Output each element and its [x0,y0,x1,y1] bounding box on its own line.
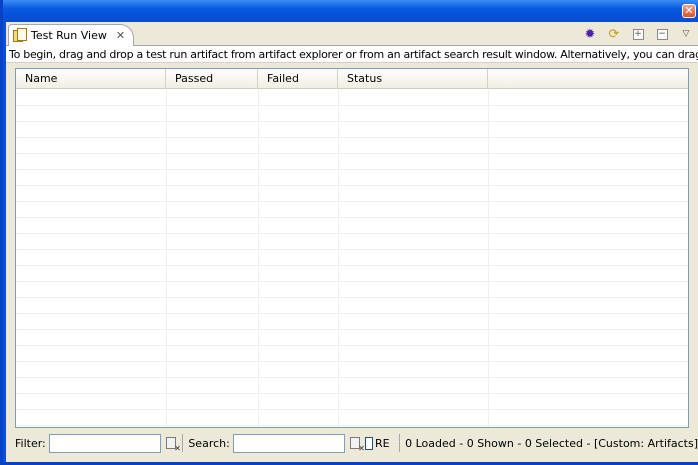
test-run-view-icon [13,28,27,43]
clear-filter-icon[interactable] [165,435,181,453]
empty-row [16,218,688,234]
test-run-table[interactable]: Name Passed Failed Status [15,68,689,442]
empty-row [16,154,688,170]
empty-row [16,394,688,410]
empty-row [16,250,688,266]
column-header-passed[interactable]: Passed [166,69,258,89]
search-input[interactable] [232,433,345,453]
sync-icon[interactable]: ⟳ [606,26,622,42]
view-client-area: Test Run View ✕ ✹ ⟳ + − ▽ To begin, drag… [6,22,698,462]
empty-row [16,202,688,218]
search-label: Search: [188,436,230,450]
view-menu-icon[interactable]: ▽ [678,26,694,42]
column-header-status[interactable]: Status [338,69,488,89]
view-toolbar: ✹ ⟳ + − ▽ [582,26,694,42]
re-label: RE [374,436,390,450]
table-body[interactable] [16,90,688,442]
minimize-button[interactable]: − [654,26,670,42]
empty-row [16,410,688,426]
maximize-icon: + [632,28,644,40]
table-header: Name Passed Failed Status [16,69,688,89]
column-gridline [338,90,339,427]
clear-search-icon[interactable] [349,435,365,453]
minimize-icon: − [656,28,668,40]
column-gridline [166,90,167,427]
tab-label: Test Run View [31,29,107,42]
column-gridline [488,90,489,427]
empty-row [16,106,688,122]
column-header-filler [488,69,688,89]
separator [181,434,183,452]
window-close-button[interactable]: ✕ [682,4,696,18]
column-header-failed[interactable]: Failed [258,69,338,89]
status-text: 0 Loaded - 0 Shown - 0 Selected - [Custo… [405,436,698,450]
empty-row [16,234,688,250]
empty-row [16,282,688,298]
filter-label: Filter: [15,436,46,450]
bottom-bar: Filter: Search: RE 0 Loaded - 0 Shown - … [6,430,698,456]
empty-row [16,346,688,362]
empty-row [16,362,688,378]
separator [398,434,400,452]
re-checkbox[interactable] [364,436,373,450]
empty-row [16,266,688,282]
empty-row [16,298,688,314]
empty-row [16,186,688,202]
empty-row [16,314,688,330]
title-bar[interactable]: ✕ [3,0,698,22]
column-header-name[interactable]: Name [16,69,166,89]
maximize-button[interactable]: + [630,26,646,42]
empty-row [16,90,688,106]
empty-row [16,330,688,346]
empty-row [16,138,688,154]
column-gridline [258,90,259,427]
instructions-text: To begin, drag and drop a test run artif… [6,46,698,63]
empty-row [16,122,688,138]
bug-icon[interactable]: ✹ [582,26,598,42]
tab-test-run-view[interactable]: Test Run View ✕ [8,24,134,46]
tab-bar: Test Run View ✕ ✹ ⟳ + − ▽ [6,22,698,46]
window-frame: ✕ Test Run View ✕ ✹ ⟳ + − ▽ To begin, dr… [0,0,698,465]
tab-close-icon[interactable]: ✕ [116,29,125,42]
empty-row [16,378,688,394]
filter-input[interactable] [48,433,161,453]
empty-row [16,170,688,186]
